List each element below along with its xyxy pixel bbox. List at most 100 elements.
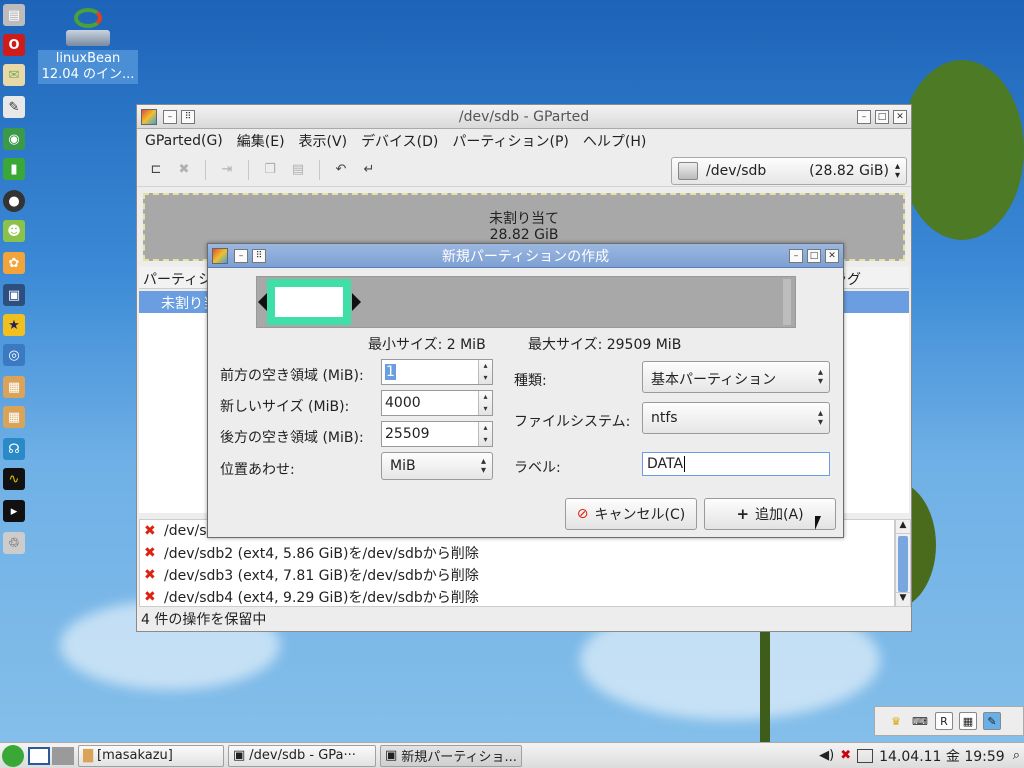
- type-combo[interactable]: 基本パーティション ▴ ▾: [642, 361, 830, 393]
- operation-row[interactable]: ✖/dev/sdb3 (ext4, 7.81 GiB)を/dev/sdbから削除: [140, 564, 894, 586]
- maximize-button[interactable]: □: [875, 109, 889, 124]
- calendar-icon[interactable]: [857, 748, 874, 763]
- taskbar-item-filemanager[interactable]: ▇ [masakazu]: [78, 744, 224, 767]
- menubar: GParted(G) 編集(E) 表示(V) デバイス(D) パーティション(P…: [137, 129, 911, 153]
- star-icon[interactable]: ★: [3, 314, 25, 336]
- shade-icon[interactable]: ⠿: [181, 109, 195, 124]
- mouse-cursor-icon: [815, 516, 821, 530]
- spin-arrows-icon[interactable]: ▴ ▾: [478, 360, 492, 384]
- clock[interactable]: 14.04.11 金 19:59: [879, 746, 1005, 766]
- copy-icon[interactable]: ❐: [259, 159, 281, 181]
- apply-icon[interactable]: ↵: [358, 159, 380, 181]
- trash-icon[interactable]: ♲: [3, 532, 25, 554]
- keyboard-icon[interactable]: ▦: [959, 712, 977, 730]
- harddisk-icon: [678, 162, 698, 180]
- dialog-titlebar[interactable]: – ⠿ 新規パーティションの作成 – □ ✕: [208, 244, 843, 268]
- spin-arrows-icon[interactable]: ▴ ▾: [478, 422, 492, 446]
- free-before-value[interactable]: 1: [385, 364, 396, 380]
- network-status-icon[interactable]: ✖: [840, 748, 851, 763]
- left-dock: ▤ O ✉ ✎ ◉ ▮ ● ☻ ✿ ▣ ★ ◎ ▦ ▦ ☊ ∿ ▸ ♲: [0, 0, 28, 742]
- size-ruler[interactable]: [256, 276, 796, 328]
- monitor-icon[interactable]: ∿: [3, 468, 25, 490]
- shade-icon[interactable]: ⠿: [252, 248, 266, 263]
- resize-icon[interactable]: ⇥: [216, 159, 238, 181]
- editor-icon[interactable]: ✎: [3, 96, 25, 118]
- delete-op-icon: ✖: [144, 589, 156, 605]
- input-icon[interactable]: ⌨: [911, 712, 929, 730]
- filesystem-combo[interactable]: ntfs ▴ ▾: [642, 402, 830, 434]
- bug-icon[interactable]: ☻: [3, 220, 25, 242]
- show-desktop-icon[interactable]: [28, 746, 50, 765]
- r-icon[interactable]: R: [935, 712, 953, 730]
- operation-row[interactable]: ✖/dev/sdb4 (ext4, 9.29 GiB)を/dev/sdbから削除: [140, 586, 894, 608]
- label-input[interactable]: DATA: [642, 452, 830, 476]
- start-menu-icon[interactable]: [2, 744, 24, 767]
- maximize-button[interactable]: □: [807, 248, 821, 263]
- terminal-icon[interactable]: ▸: [3, 500, 25, 522]
- scroll-up-icon[interactable]: ▲: [896, 520, 910, 534]
- close-button[interactable]: ✕: [893, 109, 907, 124]
- package-icon[interactable]: ▦: [3, 376, 25, 398]
- filesystem-label: ファイルシステム:: [514, 414, 631, 430]
- minimize-icon[interactable]: –: [234, 248, 248, 263]
- align-combo[interactable]: MiB ▴ ▾: [381, 452, 493, 480]
- minimize-button[interactable]: –: [857, 109, 871, 124]
- crown-icon[interactable]: ♛: [887, 712, 905, 730]
- delete-icon[interactable]: ✖: [173, 159, 195, 181]
- free-before-spin[interactable]: 1 ▴ ▾: [381, 359, 493, 385]
- opera-icon[interactable]: O: [3, 34, 25, 56]
- chat-icon[interactable]: ◉: [3, 128, 25, 150]
- taskbar-item-dialog[interactable]: ▣ 新規パーティショ...: [380, 744, 522, 767]
- operations-scrollbar[interactable]: ▲ ▼: [895, 519, 911, 607]
- cancel-button[interactable]: ⊘ キャンセル(C): [565, 498, 697, 530]
- menu-help[interactable]: ヘルプ(H): [583, 131, 646, 151]
- workspace-icon[interactable]: [52, 746, 74, 765]
- gparted-icon: ▣: [233, 748, 246, 763]
- free-after-value[interactable]: 25509: [385, 426, 430, 442]
- new-partition-icon[interactable]: ⊏: [145, 159, 167, 181]
- mail-icon[interactable]: ✉: [3, 64, 25, 86]
- device-selector[interactable]: /dev/sdb (28.82 GiB) ▴ ▾: [671, 157, 907, 185]
- pen-icon[interactable]: ▮: [3, 158, 25, 180]
- paint-icon[interactable]: ✿: [3, 252, 25, 274]
- close-button[interactable]: ✕: [825, 248, 839, 263]
- image-icon[interactable]: ▣: [3, 284, 25, 306]
- drive-icon[interactable]: ▤: [3, 4, 25, 26]
- pencil-icon[interactable]: ✎: [983, 712, 1001, 730]
- text-cursor: [684, 456, 686, 472]
- search-icon[interactable]: ⌕: [1013, 748, 1020, 763]
- undo-icon[interactable]: ↶: [330, 159, 352, 181]
- scroll-thumb[interactable]: [898, 536, 908, 592]
- wireless-icon[interactable]: ◎: [3, 344, 25, 366]
- new-partition-block[interactable]: [267, 279, 351, 325]
- menu-device[interactable]: デバイス(D): [361, 131, 438, 151]
- free-after-spin[interactable]: 25509 ▴ ▾: [381, 421, 493, 447]
- new-size-spin[interactable]: 4000 ▴ ▾: [381, 390, 493, 416]
- window-titlebar[interactable]: – ⠿ /dev/sdb - GParted – □ ✕: [137, 105, 911, 129]
- operation-row[interactable]: ✖/dev/sdb2 (ext4, 5.86 GiB)を/dev/sdbから削除: [140, 542, 894, 564]
- toolbar-separator: [248, 159, 249, 180]
- menu-view[interactable]: 表示(V): [299, 131, 348, 151]
- volume-icon[interactable]: ◀): [819, 748, 834, 763]
- taskbar-item-gparted[interactable]: ▣ /dev/sdb - GPa···: [228, 744, 376, 767]
- column-partition: パーティシ: [143, 272, 213, 288]
- new-size-value[interactable]: 4000: [385, 395, 421, 411]
- min-size-label: 最小サイズ: 2 MiB: [368, 337, 486, 353]
- gparted-icon[interactable]: [212, 247, 228, 264]
- resize-right-handle[interactable]: [352, 293, 361, 311]
- menu-gparted[interactable]: GParted(G): [145, 133, 223, 149]
- menu-edit[interactable]: 編集(E): [237, 131, 285, 151]
- minimize-button[interactable]: –: [789, 248, 803, 263]
- package-install-icon[interactable]: ▦: [3, 406, 25, 428]
- minimize-icon[interactable]: –: [163, 109, 177, 124]
- taskbar: ▇ [masakazu] ▣ /dev/sdb - GPa··· ▣ 新規パーテ…: [0, 742, 1024, 768]
- menu-partition[interactable]: パーティション(P): [452, 131, 569, 151]
- resize-left-handle[interactable]: [258, 293, 267, 311]
- gparted-icon[interactable]: [141, 108, 157, 125]
- paste-icon[interactable]: ▤: [287, 159, 309, 181]
- desktop-icon-linuxbean[interactable]: linuxBean 12.04 のイン...: [38, 8, 138, 84]
- spin-arrows-icon[interactable]: ▴ ▾: [478, 391, 492, 415]
- network-icon[interactable]: ☊: [3, 438, 25, 460]
- media-icon[interactable]: ●: [3, 190, 25, 212]
- scroll-down-icon[interactable]: ▼: [896, 592, 910, 606]
